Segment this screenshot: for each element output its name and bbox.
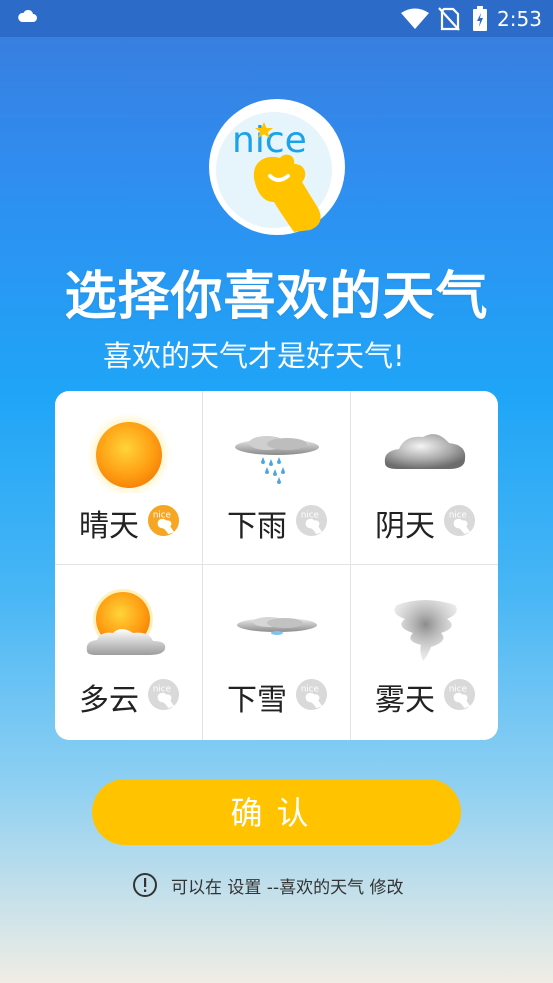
weather-label-snow: 下雪: [227, 683, 287, 718]
rain-icon: [235, 436, 319, 484]
hint-text: 可以在 设置 --喜欢的天气 修改: [171, 877, 404, 898]
weather-label-rain: 下雨: [227, 509, 287, 544]
weather-label-fog: 雾天: [375, 683, 435, 718]
weather-label-sunny: 晴天: [79, 509, 139, 544]
no-sim-icon: [438, 7, 460, 31]
fog-icon: [394, 600, 457, 661]
info-icon: [133, 873, 157, 897]
settings-hint: 可以在 设置 --喜欢的天气 修改: [132, 872, 403, 898]
nice-unselected-badge-icon: nice: [443, 504, 476, 537]
nice-unselected-badge-icon: nice: [295, 678, 328, 711]
page-subtitle: 喜欢的天气才是好天气!: [103, 339, 405, 373]
weather-option-fog[interactable]: 雾天 nice: [351, 565, 498, 740]
weather-option-snow[interactable]: 下雪 nice: [203, 565, 351, 740]
weather-option-sunny[interactable]: 晴天 nice: [55, 391, 203, 565]
confirm-button[interactable]: 确认: [92, 779, 461, 845]
weather-option-rain[interactable]: 下雨 nice: [203, 391, 351, 565]
weather-grid: 晴天 nice 下雨 nice 阴天 nice 多云 nice 下雪 nice …: [55, 391, 498, 740]
nice-logo: nice: [209, 99, 345, 235]
nice-unselected-badge-icon: nice: [443, 678, 476, 711]
weather-option-cloudy[interactable]: 多云 nice: [55, 565, 203, 740]
nice-unselected-badge-icon: nice: [295, 504, 328, 537]
battery-charging-icon: [473, 6, 487, 31]
sunny-icon: [87, 413, 171, 493]
weather-option-overcast[interactable]: 阴天 nice: [351, 391, 498, 565]
logo-text: nice: [232, 120, 307, 161]
status-bar: 2:53: [0, 0, 553, 37]
weather-label-overcast: 阴天: [375, 509, 435, 544]
clock: 2:53: [497, 7, 542, 31]
weather-label-cloudy: 多云: [79, 683, 139, 718]
nice-selected-badge-icon: nice: [147, 504, 180, 537]
page-title: 选择你喜欢的天气: [64, 267, 489, 327]
snow-icon: [237, 617, 317, 635]
nice-unselected-badge-icon: nice: [147, 678, 180, 711]
cloud-icon: [18, 9, 37, 22]
overcast-icon: [384, 434, 466, 469]
wifi-icon: [401, 8, 429, 29]
cloudy-icon: [86, 589, 166, 655]
